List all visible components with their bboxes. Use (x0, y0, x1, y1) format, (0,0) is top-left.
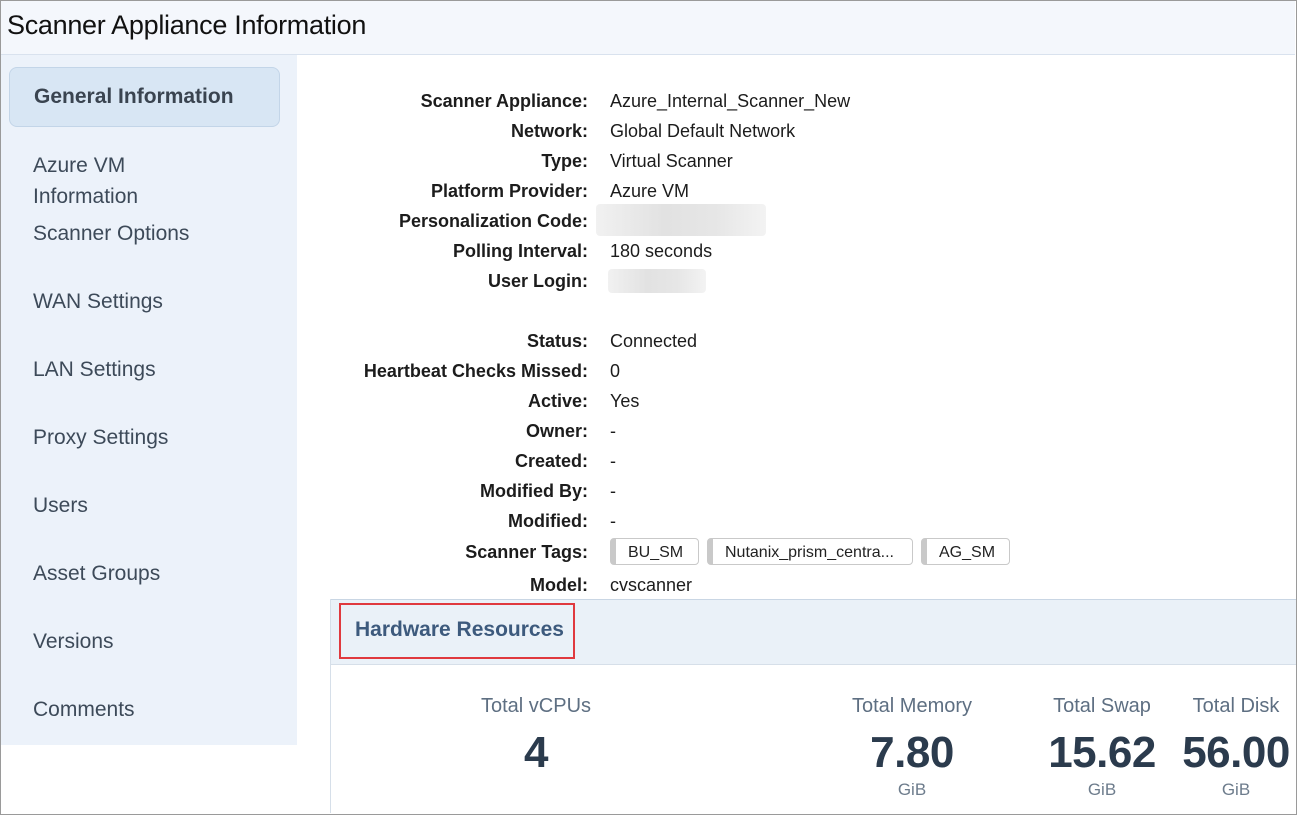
field-scanner-appliance: Scanner Appliance: Azure_Internal_Scanne… (300, 86, 1290, 116)
metric-unit: GiB (897, 780, 927, 799)
metric-label: Total Disk (1192, 695, 1280, 717)
field-label: Modified By: (480, 481, 588, 501)
field-personalization-code: Personalization Code: (300, 204, 1290, 236)
page-title: Scanner Appliance Information (7, 10, 367, 40)
metric-total-vcpus: Total vCPUs 4 (471, 695, 601, 778)
sidebar-item-scanner-options[interactable]: Scanner Options (33, 218, 189, 249)
field-platform-provider: Platform Provider: Azure VM (300, 176, 1290, 206)
metric-value: 56.00 (1182, 728, 1290, 777)
field-label: Heartbeat Checks Missed: (363, 361, 588, 381)
sidebar-item-general-information[interactable]: General Information (9, 67, 280, 127)
metric-value: 7.80 (870, 728, 954, 777)
field-value: - (610, 421, 616, 441)
field-value: - (610, 481, 616, 501)
field-value: Azure VM (610, 181, 690, 201)
field-active: Active: Yes (300, 386, 1290, 416)
metric-label: Total Memory (851, 695, 973, 717)
redacted-value (608, 269, 706, 293)
field-value: Virtual Scanner (610, 151, 733, 171)
field-owner: Owner: - (300, 416, 1290, 446)
field-value: 0 (610, 361, 621, 381)
field-value: - (610, 451, 616, 471)
hardware-resources-header: Hardware Resources (331, 599, 1296, 665)
sidebar-nav: General Information Azure VM Information… (1, 55, 297, 745)
tag-chip[interactable]: AG_SM (921, 538, 1010, 565)
field-label: Modified: (508, 511, 588, 531)
metric-label: Total Swap (1053, 695, 1151, 717)
sidebar-item-asset-groups[interactable]: Asset Groups (33, 558, 160, 589)
metric-total-disk: Total Disk 56.00 GiB (1176, 695, 1296, 800)
metric-unit: GiB (1221, 780, 1251, 799)
field-label: Status: (526, 331, 588, 351)
field-value: cvscanner (610, 575, 693, 595)
field-value: Connected (610, 331, 698, 351)
field-label: Polling Interval: (452, 241, 588, 261)
sidebar-item-versions[interactable]: Versions (33, 626, 114, 657)
field-value: 180 seconds (610, 241, 713, 261)
hardware-resources-panel: Hardware Resources Total vCPUs 4 Total M… (330, 599, 1296, 813)
page-header: Scanner Appliance Information (1, 1, 1295, 55)
field-status: Status: Connected (300, 326, 1290, 356)
sidebar-item-users[interactable]: Users (33, 490, 88, 521)
highlight-box: Hardware Resources (339, 603, 575, 659)
field-type: Type: Virtual Scanner (300, 146, 1290, 176)
field-heartbeat-checks-missed: Heartbeat Checks Missed: 0 (300, 356, 1290, 386)
redacted-value (596, 204, 766, 236)
field-label: Active: (527, 391, 588, 411)
field-value: Azure_Internal_Scanner_New (610, 91, 851, 111)
sidebar-item-proxy-settings[interactable]: Proxy Settings (33, 422, 168, 453)
sidebar-item-azure-vm-information[interactable]: Azure VM Information (33, 150, 138, 212)
field-label: Personalization Code: (398, 211, 588, 231)
sidebar-item-comments[interactable]: Comments (33, 694, 135, 725)
sidebar-item-lan-settings[interactable]: LAN Settings (33, 354, 156, 385)
metric-total-swap: Total Swap 15.62 GiB (1041, 695, 1163, 800)
field-label: Type: (541, 151, 588, 171)
field-label: Owner: (525, 421, 588, 441)
field-created: Created: - (300, 446, 1290, 476)
field-model: Model: cvscanner (300, 570, 1290, 600)
field-value: Yes (610, 391, 640, 411)
field-label: Model: (530, 575, 588, 595)
field-value: Global Default Network (610, 121, 796, 141)
hardware-resources-title: Hardware Resources (355, 618, 564, 641)
metric-value: 15.62 (1048, 728, 1156, 777)
field-scanner-tags: Scanner Tags: BU_SM Nutanix_prism_centra… (300, 537, 1290, 567)
field-user-login: User Login: (300, 266, 1290, 296)
field-label: Created: (514, 451, 588, 471)
metric-label: Total vCPUs (480, 695, 592, 717)
field-polling-interval: Polling Interval: 180 seconds (300, 236, 1290, 266)
tag-chip[interactable]: BU_SM (610, 538, 699, 565)
field-modified-by: Modified By: - (300, 476, 1290, 506)
field-label: Network: (510, 121, 588, 141)
field-value: - (610, 511, 616, 531)
field-modified: Modified: - (300, 506, 1290, 536)
field-label: Scanner Tags: (465, 542, 588, 562)
field-label: User Login: (487, 271, 588, 291)
field-network: Network: Global Default Network (300, 116, 1290, 146)
sidebar-item-wan-settings[interactable]: WAN Settings (33, 286, 163, 317)
metric-value: 4 (524, 728, 548, 777)
tag-chip[interactable]: Nutanix_prism_centra... (707, 538, 913, 565)
metric-total-memory: Total Memory 7.80 GiB (836, 695, 988, 800)
field-label: Platform Provider: (430, 181, 588, 201)
metric-unit: GiB (1087, 780, 1117, 799)
field-label: Scanner Appliance: (420, 91, 588, 111)
